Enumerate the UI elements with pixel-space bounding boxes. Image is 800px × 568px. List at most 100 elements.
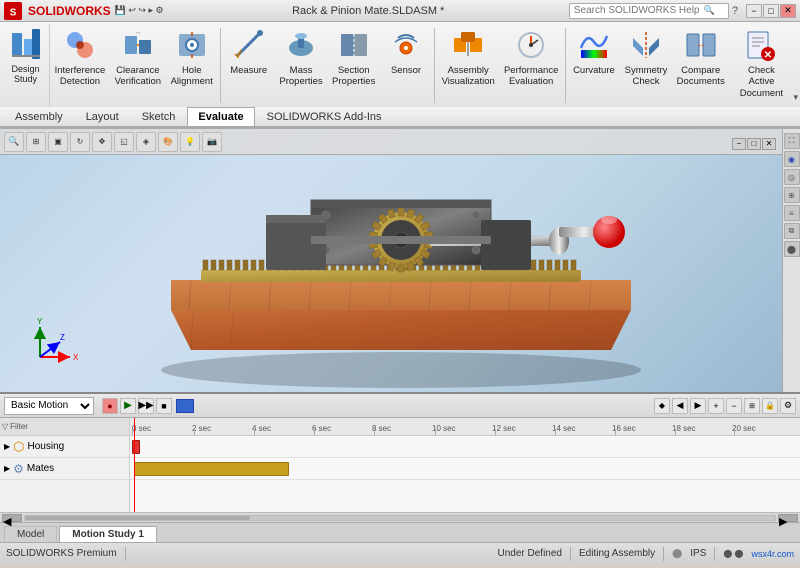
sw-maximize[interactable]: □ bbox=[747, 138, 761, 150]
timeline-area: ▽ Filter ▶ ⬡ Housing ▶ ⚙ Mates 0 sec 2 s… bbox=[0, 418, 800, 512]
svg-text:Z: Z bbox=[60, 333, 65, 342]
track-row-housing bbox=[130, 436, 800, 458]
status-mode: Editing Assembly bbox=[579, 548, 655, 559]
vp-btn-rotate[interactable]: ↻ bbox=[70, 132, 90, 152]
motion-indicator bbox=[176, 399, 194, 413]
motion-btn-play2[interactable]: ▶▶ bbox=[138, 398, 154, 414]
right-icon-6[interactable]: ⧉ bbox=[784, 223, 800, 239]
minimize-button[interactable]: − bbox=[746, 4, 762, 18]
ribbon-btn-performance-evaluation[interactable]: PerformanceEvaluation bbox=[499, 24, 563, 107]
svg-text:S: S bbox=[10, 7, 17, 18]
track-row-mates bbox=[130, 458, 800, 480]
ribbon-btn-compare-documents[interactable]: ↔ CompareDocuments bbox=[672, 24, 729, 107]
right-icon-3[interactable]: ◎ bbox=[784, 169, 800, 185]
timeline-scrollbar-track[interactable] bbox=[24, 515, 776, 521]
ribbon-btn-clearance-verification[interactable]: ↔ ClearanceVerification bbox=[110, 24, 166, 107]
right-icon-7[interactable]: ⬤ bbox=[784, 241, 800, 257]
filter-icon: ▽ bbox=[2, 422, 8, 431]
search-input[interactable] bbox=[574, 5, 704, 16]
tl-btn-next[interactable]: ▶ bbox=[690, 398, 706, 414]
motion-btn-stop[interactable]: ■ bbox=[156, 398, 172, 414]
motion-type-select[interactable]: Basic Motion Motion Analysis Animation bbox=[4, 397, 94, 415]
ribbon-btn-symmetry-check[interactable]: SymmetryCheck bbox=[620, 24, 672, 107]
status-sep-3 bbox=[663, 547, 664, 561]
help-button[interactable]: ? bbox=[732, 5, 738, 17]
timeline-track[interactable]: 0 sec 2 sec 4 sec 6 sec 8 sec 10 sec 12 … bbox=[130, 418, 800, 512]
measure-label: Measure bbox=[230, 65, 267, 76]
vp-btn-zoom[interactable]: 🔍 bbox=[4, 132, 24, 152]
separator-3 bbox=[565, 28, 566, 103]
vp-btn-view[interactable]: ▣ bbox=[48, 132, 68, 152]
close-button[interactable]: ✕ bbox=[780, 4, 796, 18]
tab-addins[interactable]: SOLIDWORKS Add-Ins bbox=[256, 107, 393, 126]
tl-btn-key[interactable]: ◆ bbox=[654, 398, 670, 414]
timeline-ruler: 0 sec 2 sec 4 sec 6 sec 8 sec 10 sec 12 … bbox=[130, 418, 800, 436]
model-svg bbox=[111, 135, 691, 393]
compare-documents-label: CompareDocuments bbox=[677, 65, 725, 88]
timeline-scroll-left[interactable]: ◀ bbox=[2, 514, 22, 522]
tab-assembly[interactable]: Assembly bbox=[4, 107, 74, 126]
ribbon-expand-btn[interactable]: ▾ bbox=[793, 92, 798, 103]
tl-btn-zoom-in[interactable]: + bbox=[708, 398, 724, 414]
btab-motion-study[interactable]: Motion Study 1 bbox=[59, 526, 157, 542]
tab-layout[interactable]: Layout bbox=[75, 107, 130, 126]
status-sep-4 bbox=[714, 547, 715, 561]
ribbon-btn-mass-properties[interactable]: MassProperties bbox=[275, 24, 328, 107]
vp-btn-pan[interactable]: ✥ bbox=[92, 132, 112, 152]
app-name: SOLIDWORKS bbox=[28, 4, 111, 18]
tl-btn-lock[interactable]: 🔒 bbox=[762, 398, 778, 414]
motion-header: Basic Motion Motion Analysis Animation ●… bbox=[0, 394, 800, 418]
solidworks-logo: S bbox=[4, 2, 22, 20]
viewport[interactable]: 🔍 ⊞ ▣ ↻ ✥ ◱ ◈ 🎨 💡 📷 − □ ✕ bbox=[0, 129, 782, 392]
measure-icon bbox=[231, 27, 267, 63]
ribbon-btn-section-properties[interactable]: SectionProperties bbox=[327, 24, 380, 107]
tl-btn-prev[interactable]: ◀ bbox=[672, 398, 688, 414]
tab-evaluate[interactable]: Evaluate bbox=[187, 107, 254, 126]
timeline-scroll-right[interactable]: ▶ bbox=[778, 514, 798, 522]
maximize-button[interactable]: □ bbox=[763, 4, 779, 18]
sensor-icon bbox=[388, 27, 424, 63]
right-icon-4[interactable]: ⊕ bbox=[784, 187, 800, 203]
tab-sketch[interactable]: Sketch bbox=[131, 107, 187, 126]
section-properties-label: SectionProperties bbox=[332, 65, 375, 88]
ribbon-btn-measure[interactable]: Measure bbox=[223, 24, 275, 107]
ribbon-btn-design-study[interactable]: DesignStudy bbox=[2, 24, 50, 107]
mass-properties-icon bbox=[283, 27, 319, 63]
ribbon-btn-check-active-document[interactable]: ✕ Check ActiveDocument bbox=[729, 24, 793, 107]
motion-btn-play[interactable]: ▶ bbox=[120, 398, 136, 414]
ribbon-btn-interference-detection[interactable]: ! InterferenceDetection bbox=[50, 24, 110, 107]
separator-2 bbox=[434, 28, 435, 103]
motion-btn-record[interactable]: ● bbox=[102, 398, 118, 414]
ribbon-btn-curvature[interactable]: Curvature bbox=[568, 24, 620, 107]
svg-text:X: X bbox=[73, 353, 79, 362]
playhead[interactable] bbox=[134, 418, 135, 512]
tl-btn-zoom-out[interactable]: − bbox=[726, 398, 742, 414]
right-icon-2[interactable]: ◉ bbox=[784, 151, 800, 167]
search-box[interactable]: 🔍 bbox=[569, 3, 729, 19]
sw-minimize[interactable]: − bbox=[732, 138, 746, 150]
right-icon-5[interactable]: ≡ bbox=[784, 205, 800, 221]
ribbon-btn-assembly-visualization[interactable]: AssemblyVisualization bbox=[437, 24, 499, 107]
mass-properties-label: MassProperties bbox=[279, 65, 322, 88]
ribbon-btn-sensor[interactable]: Sensor bbox=[380, 24, 432, 107]
subwindow-controls: − □ ✕ bbox=[732, 138, 776, 150]
design-study-label: DesignStudy bbox=[11, 65, 39, 85]
btab-model[interactable]: Model bbox=[4, 526, 57, 542]
housing-icon: ⬡ bbox=[13, 439, 24, 455]
svg-text:✕: ✕ bbox=[764, 50, 772, 61]
vp-btn-fit[interactable]: ⊞ bbox=[26, 132, 46, 152]
coordinate-triad: X Y Z bbox=[30, 312, 80, 362]
timeline-scrollbar-thumb[interactable] bbox=[25, 516, 250, 520]
sw-close[interactable]: ✕ bbox=[762, 138, 776, 150]
filter-label: Filter bbox=[10, 422, 28, 431]
ribbon-btn-hole-alignment[interactable]: HoleAlignment bbox=[166, 24, 218, 107]
tl-btn-fit[interactable]: ⊞ bbox=[744, 398, 760, 414]
svg-text:↔: ↔ bbox=[134, 29, 141, 36]
bottom-tabs: Model Motion Study 1 bbox=[0, 522, 800, 542]
right-icon-1[interactable]: ⛶ bbox=[784, 133, 800, 149]
status-app-label: SOLIDWORKS Premium bbox=[6, 548, 117, 559]
tl-btn-settings[interactable]: ⚙ bbox=[780, 398, 796, 414]
mates-track-bar[interactable] bbox=[134, 462, 289, 476]
assembly-visualization-icon bbox=[450, 27, 486, 63]
curvature-label: Curvature bbox=[573, 65, 615, 76]
